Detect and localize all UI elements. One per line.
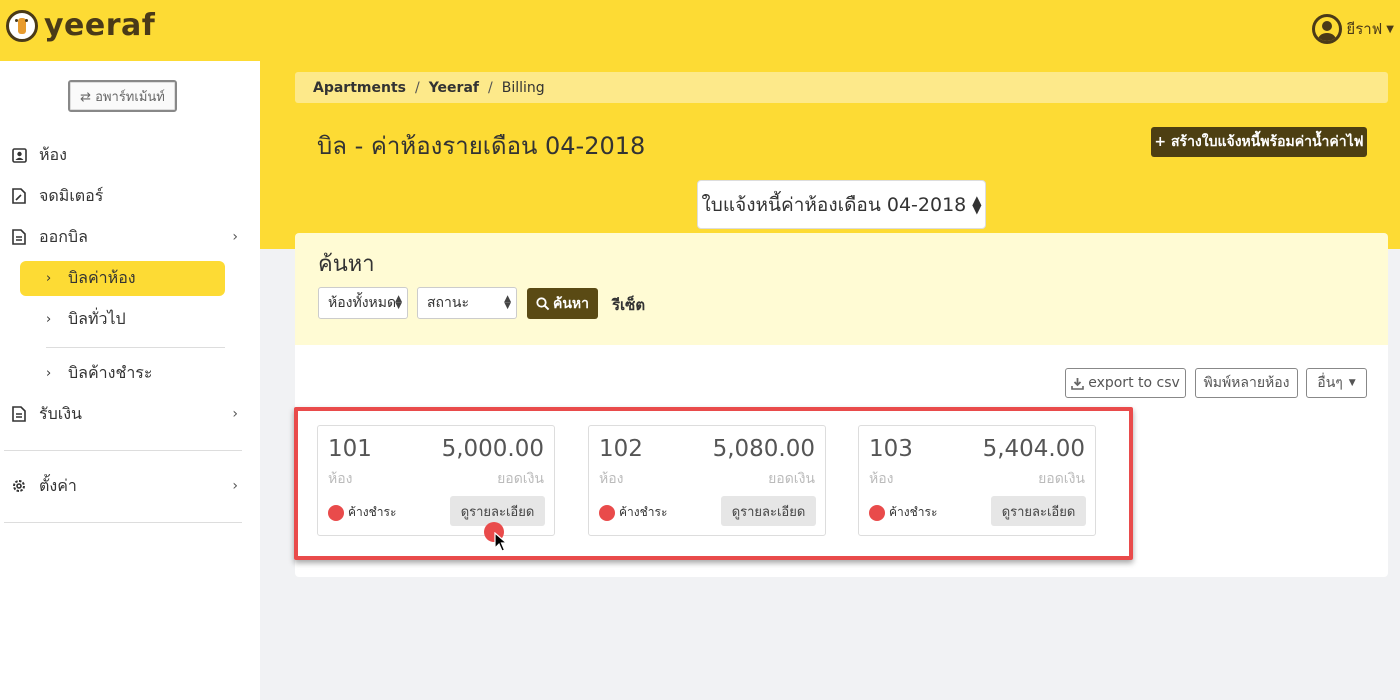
user-name: ยีราฟ bbox=[1346, 20, 1383, 38]
breadcrumb-link-apartments[interactable]: Apartments bbox=[313, 80, 406, 96]
apartments-button[interactable]: ⇄ อพาร์ทเม้นท์ bbox=[68, 80, 177, 112]
user-avatar-icon bbox=[1312, 14, 1343, 44]
sidebar-subitem-label: บิลค้างชำระ bbox=[68, 363, 153, 382]
document-icon bbox=[10, 228, 28, 246]
status-text: ค้างชำระ bbox=[619, 505, 668, 519]
search-icon bbox=[536, 296, 550, 310]
print-multiple-button[interactable]: พิมพ์หลายห้อง bbox=[1195, 368, 1298, 398]
sidebar-subitem-overdue-bills[interactable]: › บิลค้างชำระ bbox=[20, 356, 225, 391]
chevron-right-icon: › bbox=[46, 271, 52, 286]
select-arrows-icon: ▲ ▼ bbox=[972, 193, 982, 216]
bill-card: 102 ห้อง 5,080.00 ยอดเงิน ค้างชำระ ดูราย… bbox=[588, 425, 826, 536]
chevron-right-icon: › bbox=[232, 478, 238, 494]
giraffe-logo-icon bbox=[6, 9, 38, 42]
view-details-button[interactable]: ดูรายละเอียด bbox=[721, 496, 816, 526]
bill-card: 101 ห้อง 5,000.00 ยอดเงิน ค้างชำระ ดูราย… bbox=[317, 425, 555, 536]
status-badge: ค้างชำระ bbox=[869, 503, 937, 522]
amount-label: ยอดเงิน bbox=[1038, 471, 1085, 487]
month-select[interactable]: ใบแจ้งหนี้ค่าห้องเดือน 04-2018 ▲ ▼ bbox=[697, 180, 986, 229]
caret-down-icon: ▼ bbox=[1348, 378, 1356, 388]
caret-down-icon: ▼ bbox=[1386, 23, 1394, 35]
room-filter-select[interactable]: ห้องทั้งหมด ▲ ▼ bbox=[318, 287, 408, 319]
view-details-button[interactable]: ดูรายละเอียด bbox=[450, 496, 545, 526]
more-dropdown-button[interactable]: อื่นๆ ▼ bbox=[1306, 368, 1367, 398]
sidebar-subitem-label: บิลค่าห้อง bbox=[68, 268, 136, 287]
gear-icon bbox=[10, 477, 28, 495]
room-number: 102 bbox=[599, 436, 643, 462]
sidebar-item-label: ห้อง bbox=[39, 144, 67, 164]
chevron-right-icon: › bbox=[46, 366, 52, 381]
contact-card-icon bbox=[10, 146, 28, 164]
chevron-right-icon: › bbox=[46, 312, 52, 327]
select-arrows-icon: ▲ ▼ bbox=[395, 293, 402, 311]
more-label: อื่นๆ bbox=[1317, 375, 1343, 391]
reset-link[interactable]: รีเซ็ต bbox=[612, 293, 645, 317]
sidebar-subitem-room-bills[interactable]: › บิลค่าห้อง bbox=[20, 261, 225, 296]
room-filter-value: ห้องทั้งหมด bbox=[328, 295, 397, 311]
sidebar-item-rooms[interactable]: ห้อง bbox=[10, 138, 250, 172]
status-badge: ค้างชำระ bbox=[328, 503, 396, 522]
download-icon bbox=[1071, 377, 1085, 390]
status-text: ค้างชำระ bbox=[889, 505, 938, 519]
export-csv-button[interactable]: export to csv bbox=[1065, 368, 1186, 398]
sidebar-item-payments[interactable]: รับเงิน › bbox=[10, 397, 250, 431]
status-filter-value: สถานะ bbox=[427, 295, 469, 311]
sidebar-item-label: ออกบิล bbox=[39, 226, 88, 246]
overdue-dot-icon bbox=[869, 504, 885, 521]
status-text: ค้างชำระ bbox=[348, 505, 397, 519]
select-arrows-icon: ▲ ▼ bbox=[504, 293, 511, 311]
room-label: ห้อง bbox=[869, 471, 894, 487]
sidebar-item-billing[interactable]: ออกบิล › bbox=[10, 220, 250, 254]
amount-label: ยอดเงิน bbox=[497, 471, 544, 487]
divider bbox=[46, 347, 225, 348]
export-csv-label: export to csv bbox=[1088, 375, 1180, 391]
divider bbox=[4, 522, 242, 523]
bill-amount: 5,404.00 bbox=[982, 436, 1085, 462]
sidebar-item-label: ตั้งค่า bbox=[39, 475, 77, 495]
sidebar: ⇄ อพาร์ทเม้นท์ ห้อง จดมิเตอร์ ออกบิล › ›… bbox=[0, 61, 260, 700]
month-select-value: ใบแจ้งหนี้ค่าห้องเดือน 04-2018 bbox=[701, 193, 967, 216]
app-logo[interactable]: yeeraf bbox=[6, 8, 155, 43]
status-badge: ค้างชำระ bbox=[599, 503, 667, 522]
page-title: บิล - ค่าห้องรายเดือน 04-2018 bbox=[317, 132, 646, 160]
amount-label: ยอดเงิน bbox=[768, 471, 815, 487]
breadcrumb: Apartments / Yeeraf / Billing bbox=[295, 72, 1388, 103]
bill-amount: 5,080.00 bbox=[712, 436, 815, 462]
chevron-right-icon: › bbox=[232, 406, 238, 422]
search-button[interactable]: ค้นหา bbox=[527, 288, 598, 319]
breadcrumb-link-yeeraf[interactable]: Yeeraf bbox=[429, 80, 479, 96]
sidebar-item-meter[interactable]: จดมิเตอร์ bbox=[10, 179, 250, 213]
chevron-right-icon: › bbox=[232, 229, 238, 245]
sidebar-subitem-general-bills[interactable]: › บิลทั่วไป bbox=[20, 302, 225, 337]
sidebar-item-label: จดมิเตอร์ bbox=[39, 185, 104, 205]
user-menu[interactable]: ยีราฟ ▼ bbox=[1312, 14, 1394, 44]
view-details-button[interactable]: ดูรายละเอียด bbox=[991, 496, 1086, 526]
status-filter-select[interactable]: สถานะ ▲ ▼ bbox=[417, 287, 517, 319]
overdue-dot-icon bbox=[599, 504, 615, 521]
bill-amount: 5,000.00 bbox=[441, 436, 544, 462]
mouse-cursor-icon bbox=[494, 532, 508, 552]
search-title: ค้นหา bbox=[318, 252, 375, 277]
search-button-label: ค้นหา bbox=[552, 295, 590, 312]
room-label: ห้อง bbox=[599, 471, 624, 487]
bill-card: 103 ห้อง 5,404.00 ยอดเงิน ค้างชำระ ดูราย… bbox=[858, 425, 1096, 536]
edit-document-icon bbox=[10, 187, 28, 205]
room-number: 101 bbox=[328, 436, 372, 462]
room-number: 103 bbox=[869, 436, 913, 462]
room-label: ห้อง bbox=[328, 471, 353, 487]
app-name: yeeraf bbox=[44, 8, 156, 43]
document-icon bbox=[10, 405, 28, 423]
breadcrumb-current: Billing bbox=[501, 79, 545, 96]
overdue-dot-icon bbox=[328, 504, 344, 521]
sidebar-item-label: รับเงิน bbox=[39, 403, 82, 423]
sidebar-subitem-label: บิลทั่วไป bbox=[68, 309, 126, 328]
top-bar: yeeraf ยีราฟ ▼ bbox=[0, 0, 1400, 61]
sidebar-item-settings[interactable]: ตั้งค่า › bbox=[10, 469, 250, 503]
divider bbox=[4, 450, 242, 451]
create-invoice-button[interactable]: + สร้างใบแจ้งหนี้พร้อมค่าน้ำค่าไฟ bbox=[1151, 127, 1367, 157]
